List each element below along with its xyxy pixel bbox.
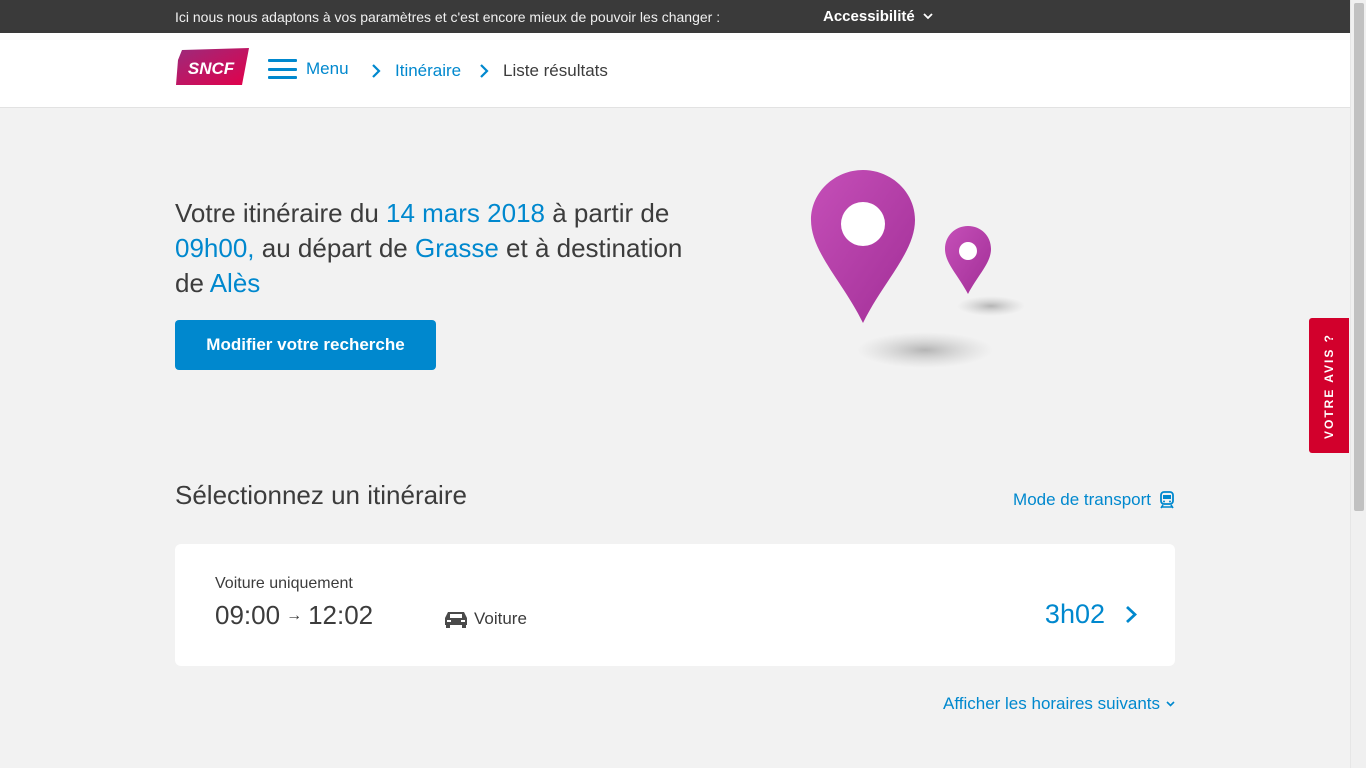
chevron-right-icon: [372, 64, 381, 78]
summary-date: 14 mars 2018: [386, 198, 545, 228]
summary-text: au départ de: [254, 233, 415, 263]
feedback-label: VOTRE AVIS ?: [1322, 332, 1336, 439]
arrow-right-icon: →: [286, 606, 303, 624]
summary-origin: Grasse: [415, 233, 499, 263]
chevron-right-icon: [480, 64, 489, 78]
result-mode: Voiture: [443, 609, 527, 629]
accessibility-label: Accessibilité: [823, 8, 915, 25]
page-scrollbar[interactable]: [1350, 0, 1366, 768]
sncf-logo[interactable]: SNCF: [176, 48, 249, 85]
accessibility-bar: Ici nous nous adaptons à vos paramètres …: [0, 0, 1350, 33]
scrollbar-thumb[interactable]: [1354, 3, 1364, 511]
train-icon: [1160, 491, 1174, 509]
mode-label: Voiture: [474, 609, 527, 628]
breadcrumb-itineraire[interactable]: Itinéraire: [395, 61, 461, 81]
svg-text:SNCF: SNCF: [188, 59, 235, 78]
transport-mode-label: Mode de transport: [1013, 490, 1151, 509]
result-duration: 3h02: [1044, 599, 1105, 629]
accessibility-message: Ici nous nous adaptons à vos paramètres …: [175, 9, 721, 25]
summary-time: 09h00,: [175, 233, 255, 263]
show-next-times-link[interactable]: Afficher les horaires suivants: [943, 694, 1175, 714]
next-times-label: Afficher les horaires suivants: [942, 694, 1160, 713]
map-pins-illustration: [811, 170, 1025, 368]
site-header: SNCF Menu Itinéraire Liste résultats: [0, 33, 1350, 108]
itinerary-summary: Votre itinéraire du 14 mars 2018 à parti…: [175, 196, 695, 301]
chevron-right-icon: [1126, 605, 1137, 624]
result-times: 09:00 → 12:02: [215, 600, 373, 631]
summary-text: à partir de: [545, 198, 670, 228]
chevron-down-icon: [1166, 701, 1175, 707]
summary-destination: Alès: [209, 268, 261, 298]
breadcrumb-liste-resultats: Liste résultats: [503, 61, 608, 80]
accessibility-dropdown[interactable]: Accessibilité: [823, 8, 933, 25]
feedback-tab[interactable]: VOTRE AVIS ?: [1309, 318, 1349, 453]
section-title: Sélectionnez un itinéraire: [175, 480, 467, 510]
result-type-label: Voiture uniquement: [215, 575, 353, 592]
menu-button[interactable]: Menu: [268, 59, 349, 79]
chevron-down-icon: [923, 13, 933, 20]
result-card[interactable]: Voiture uniquement 09:00 → 12:02 Voiture…: [175, 544, 1175, 666]
hamburger-icon: [268, 59, 297, 79]
arrival-time: 12:02: [308, 600, 374, 630]
car-icon: [445, 612, 467, 628]
menu-label: Menu: [306, 59, 349, 78]
summary-text: Votre itinéraire du: [175, 198, 387, 228]
departure-time: 09:00: [215, 600, 281, 630]
transport-mode-filter[interactable]: Mode de transport: [1013, 490, 1175, 510]
modify-search-button[interactable]: Modifier votre recherche: [175, 320, 436, 370]
